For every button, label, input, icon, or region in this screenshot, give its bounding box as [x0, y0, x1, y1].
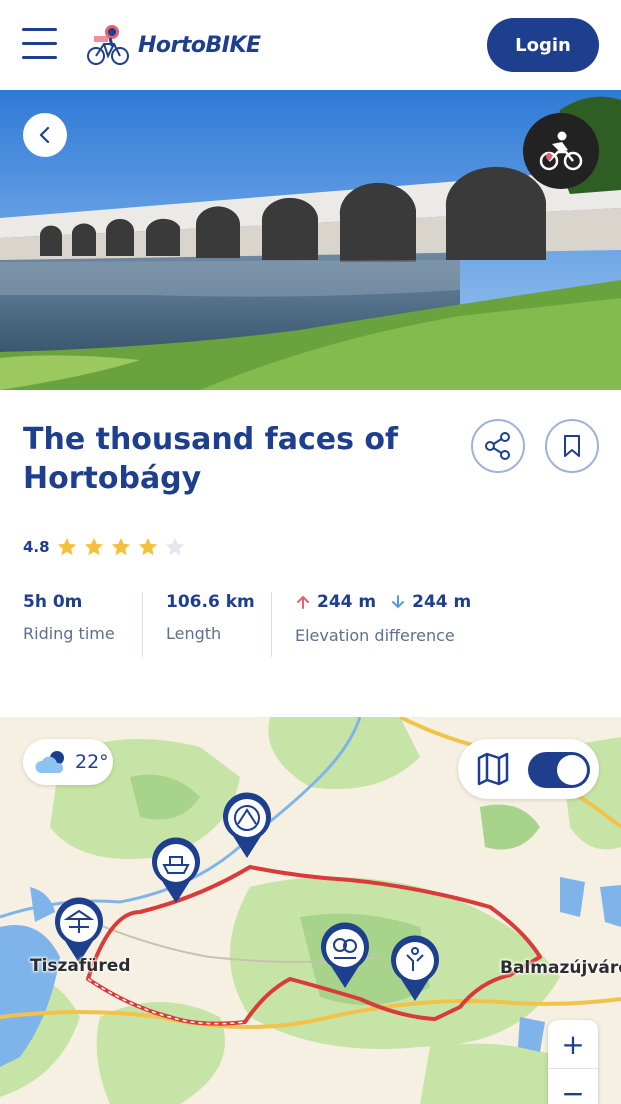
bookmark-button[interactable] — [545, 419, 599, 473]
map-layers-icon[interactable] — [476, 752, 510, 786]
star-filled-icon — [111, 537, 130, 556]
riding-time-value: 5h 0m — [23, 592, 83, 612]
forest-marker-icon[interactable] — [319, 922, 371, 990]
bookmark-icon — [564, 435, 580, 457]
rating-value: 4.8 — [23, 538, 50, 556]
map-toggle[interactable] — [528, 752, 590, 788]
town-label-balmazujvaros: Balmazújváros — [500, 958, 621, 978]
toggle-knob — [557, 755, 587, 785]
zoom-out-button[interactable]: − — [548, 1069, 598, 1104]
arrow-down-icon — [392, 595, 405, 609]
brand-name: HortoBIKE — [138, 32, 261, 58]
tour-title: The thousand faces of Hortobágy — [23, 422, 399, 496]
tour-type-badge — [523, 113, 599, 189]
partly-cloudy-icon — [35, 751, 64, 773]
back-button[interactable] — [23, 113, 67, 157]
museum-marker-icon[interactable] — [221, 792, 273, 860]
lookout-marker-icon[interactable] — [389, 935, 441, 1003]
rating-stars — [56, 536, 191, 558]
length-label: Length — [166, 624, 222, 643]
cyclist-logo-icon — [87, 25, 129, 65]
menu-icon[interactable] — [22, 26, 57, 62]
app-header: HortoBIKE Login — [0, 0, 621, 90]
share-button[interactable] — [471, 419, 525, 473]
zoom-controls: + − — [548, 1020, 598, 1104]
star-filled-icon — [138, 537, 157, 556]
elevation-label: Elevation difference — [295, 626, 455, 645]
zoom-in-button[interactable]: + — [548, 1020, 598, 1068]
cyclist-icon — [539, 131, 583, 171]
elevation-values: 244 m 244 m — [295, 592, 471, 612]
elevation-down-value: 244 m — [412, 592, 472, 612]
town-label-tiszafured: Tiszafüred — [30, 956, 131, 976]
riding-time-label: Riding time — [23, 624, 115, 643]
elevation-up-value: 244 m — [317, 592, 377, 612]
rating: 4.8 — [23, 536, 191, 558]
login-button[interactable]: Login — [487, 18, 599, 72]
share-icon — [485, 432, 510, 460]
riding-time-stat: 5h 0m Riding time — [23, 592, 115, 643]
temperature: 22° — [75, 751, 109, 773]
picnic-marker-icon[interactable] — [53, 897, 105, 965]
length-value: 106.6 km — [166, 592, 255, 612]
arrow-up-icon — [297, 595, 309, 609]
star-filled-icon — [57, 537, 76, 556]
stat-divider — [142, 592, 143, 657]
elevation-stat: 244 m 244 m Elevation difference — [295, 592, 471, 645]
weather-widget: 22° — [23, 739, 113, 785]
star-empty-icon — [165, 537, 184, 556]
length-stat: 106.6 km Length — [166, 592, 255, 643]
boat-marker-icon[interactable] — [150, 837, 202, 905]
chevron-left-icon — [39, 126, 50, 144]
star-filled-icon — [84, 537, 103, 556]
stat-divider — [271, 592, 272, 657]
brand-logo[interactable]: HortoBIKE — [86, 24, 261, 66]
